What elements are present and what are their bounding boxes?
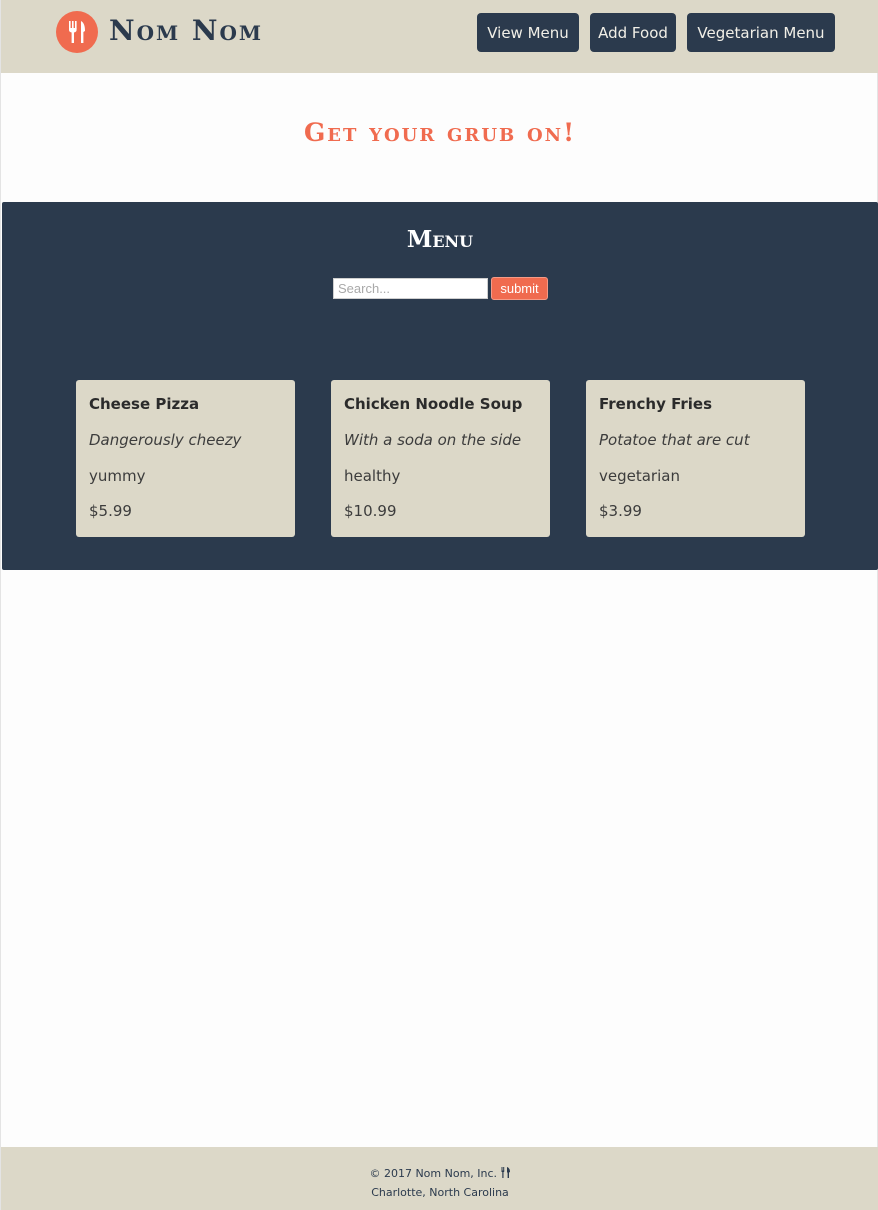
search-input[interactable]: [333, 278, 488, 299]
menu-item-description: Dangerously cheezy: [89, 431, 242, 449]
menu-item-tag: vegetarian: [599, 467, 680, 485]
menu-item-tag: yummy: [89, 467, 146, 485]
footer-copyright-line: © 2017 Nom Nom, Inc.: [1, 1167, 878, 1180]
menu-section: Menu submit Cheese Pizza Dangerously che…: [2, 202, 878, 570]
page: Nom Nom View Menu Add Food Vegetarian Me…: [0, 0, 878, 1210]
menu-item-card[interactable]: Frenchy Fries Potatoe that are cut veget…: [586, 380, 805, 537]
menu-item-price: $3.99: [599, 502, 642, 520]
tagline: Get your grub on!: [303, 118, 577, 147]
footer-location: Charlotte, North Carolina: [371, 1186, 509, 1199]
fork-knife-icon: [501, 1167, 511, 1180]
vegetarian-menu-button[interactable]: Vegetarian Menu: [687, 13, 835, 52]
menu-item-card[interactable]: Chicken Noodle Soup With a soda on the s…: [331, 380, 550, 537]
copyright-text: © 2017 Nom Nom, Inc.: [369, 1167, 498, 1180]
menu-item-price: $5.99: [89, 502, 132, 520]
menu-item-card[interactable]: Cheese Pizza Dangerously cheezy yummy $5…: [76, 380, 295, 537]
menu-item-name: Cheese Pizza: [89, 395, 200, 413]
site-header: Nom Nom View Menu Add Food Vegetarian Me…: [1, 0, 878, 73]
logo-fork-knife-icon[interactable]: [56, 11, 98, 53]
menu-item-name: Frenchy Fries: [599, 395, 713, 413]
brand-name[interactable]: Nom Nom: [109, 14, 263, 47]
menu-title: Menu: [406, 226, 474, 253]
site-footer: © 2017 Nom Nom, Inc. Charlotte, North Ca…: [1, 1147, 878, 1210]
view-menu-button[interactable]: View Menu: [477, 13, 579, 52]
menu-item-tag: healthy: [344, 467, 401, 485]
submit-button[interactable]: submit: [491, 277, 548, 300]
add-food-button[interactable]: Add Food: [590, 13, 676, 52]
menu-item-description: Potatoe that are cut: [599, 431, 750, 449]
menu-item-price: $10.99: [344, 502, 397, 520]
menu-item-description: With a soda on the side: [344, 431, 522, 449]
menu-item-name: Chicken Noodle Soup: [344, 395, 523, 413]
